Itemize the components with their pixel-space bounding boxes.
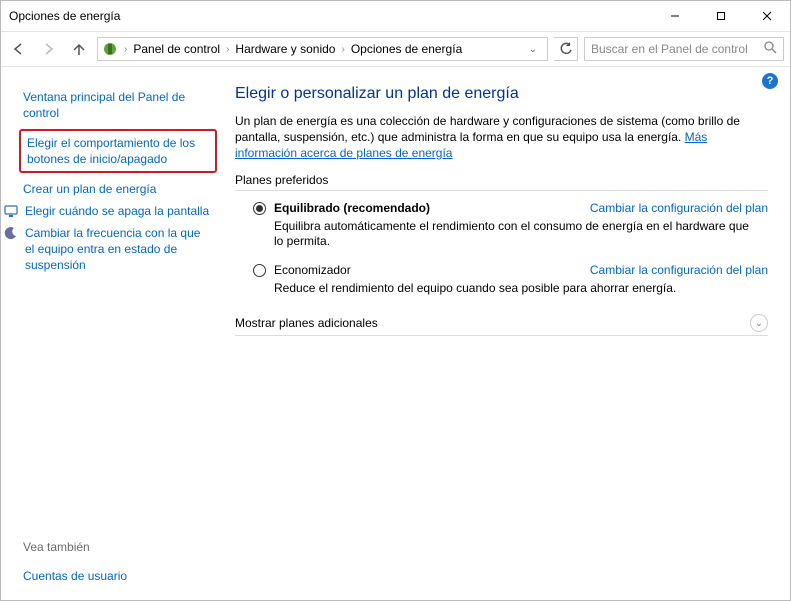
address-bar[interactable]: › Panel de control › Hardware y sonido ›… (97, 37, 548, 61)
window-title: Opciones de energía (9, 9, 120, 23)
breadcrumb-item[interactable]: Opciones de energía (351, 42, 462, 56)
plan-name[interactable]: Equilibrado (recomendado) (274, 201, 430, 215)
main-pane: ? Elegir o personalizar un plan de energ… (223, 67, 790, 600)
plan-description: Equilibra automáticamente el rendimiento… (274, 219, 754, 249)
sidebar-link-main-page[interactable]: Ventana principal del Panel de control (23, 85, 211, 125)
preferred-plans-header: Planes preferidos (235, 173, 768, 191)
control-panel-icon (102, 41, 118, 57)
help-icon[interactable]: ? (762, 73, 778, 89)
display-off-icon (3, 203, 19, 219)
maximize-button[interactable] (698, 1, 744, 31)
radio-balanced[interactable] (253, 202, 266, 215)
chevron-right-icon: › (122, 44, 129, 55)
highlighted-link-box: Elegir el comportamiento de los botones … (19, 129, 217, 173)
search-box[interactable] (584, 37, 784, 61)
sidebar-link-user-accounts[interactable]: Cuentas de usuario (23, 564, 211, 588)
refresh-button[interactable] (554, 37, 578, 61)
sidebar-link-create-plan[interactable]: Crear un plan de energía (23, 177, 211, 201)
search-icon (764, 41, 777, 57)
navbar: › Panel de control › Hardware y sonido ›… (1, 31, 790, 67)
show-more-plans-row[interactable]: Mostrar planes adicionales ⌄ (235, 314, 768, 336)
chevron-down-icon[interactable]: ⌄ (750, 314, 768, 332)
sleep-icon (3, 225, 19, 241)
sidebar-link-choose-buttons[interactable]: Elegir el comportamiento de los botones … (27, 135, 209, 167)
forward-button[interactable] (37, 37, 61, 61)
change-plan-link[interactable]: Cambiar la configuración del plan (590, 201, 768, 215)
sidebar-link-change-sleep[interactable]: Cambiar la frecuencia con la que el equi… (25, 225, 211, 277)
back-button[interactable] (7, 37, 31, 61)
radio-saver[interactable] (253, 264, 266, 277)
description-text: Un plan de energía es una colección de h… (235, 114, 740, 144)
plan-description: Reduce el rendimiento del equipo cuando … (274, 281, 754, 296)
power-plan-balanced: Equilibrado (recomendado) Cambiar la con… (253, 201, 768, 249)
titlebar: Opciones de energía (1, 1, 790, 31)
breadcrumb-item[interactable]: Hardware y sonido (235, 42, 335, 56)
power-plan-saver: Economizador Cambiar la configuración de… (253, 263, 768, 296)
window-controls (652, 1, 790, 31)
see-also-header: Vea también (23, 536, 211, 564)
see-also-section: Vea también Cuentas de usuario (23, 536, 211, 588)
page-title: Elegir o personalizar un plan de energía (235, 85, 768, 103)
minimize-button[interactable] (652, 1, 698, 31)
addr-dropdown-button[interactable]: ⌄ (523, 44, 543, 55)
show-more-label: Mostrar planes adicionales (235, 316, 378, 330)
breadcrumb-item[interactable]: Panel de control (133, 42, 220, 56)
close-button[interactable] (744, 1, 790, 31)
sidebar: Ventana principal del Panel de control E… (1, 67, 223, 600)
chevron-right-icon: › (224, 44, 231, 55)
search-input[interactable] (591, 42, 758, 56)
chevron-right-icon: › (339, 44, 346, 55)
plan-name[interactable]: Economizador (274, 263, 351, 277)
change-plan-link[interactable]: Cambiar la configuración del plan (590, 263, 768, 277)
sidebar-link-display-off[interactable]: Elegir cuándo se apaga la pantalla (25, 203, 209, 223)
up-button[interactable] (67, 37, 91, 61)
page-description: Un plan de energía es una colección de h… (235, 113, 768, 161)
